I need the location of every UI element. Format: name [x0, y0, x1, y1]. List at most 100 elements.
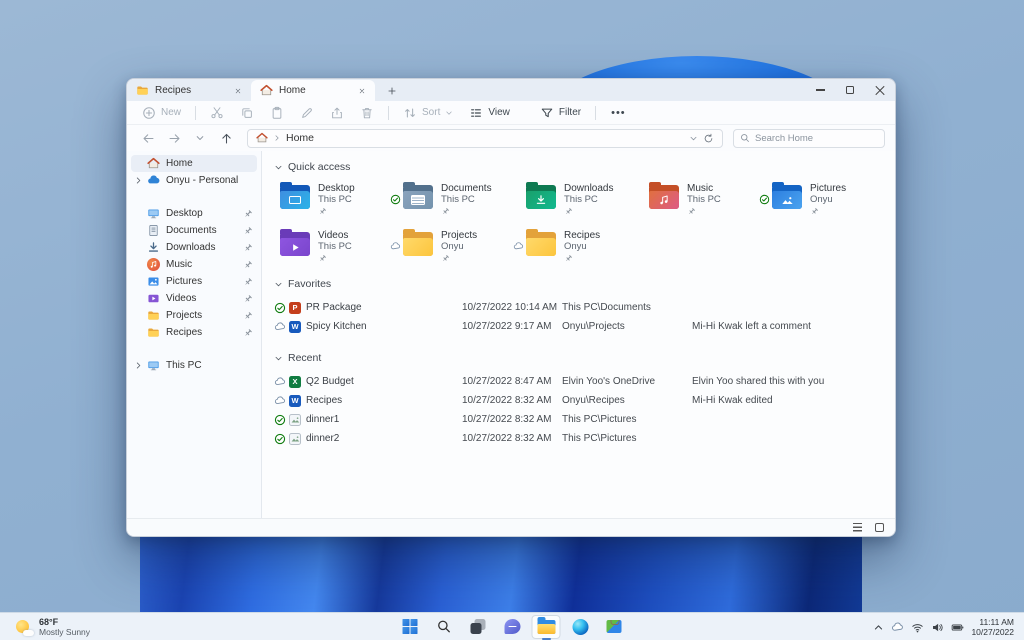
chevron-down-icon	[445, 109, 453, 117]
file-row-q2-budget[interactable]: X Q2 Budget 10/27/2022 8:47 AM Elvin Yoo…	[274, 372, 895, 391]
breadcrumb-segment[interactable]: Home	[286, 132, 314, 144]
refresh-icon[interactable]	[703, 133, 714, 144]
maximize-button[interactable]	[835, 79, 865, 101]
file-date: 10/27/2022 8:32 AM	[462, 433, 552, 444]
section-recent[interactable]: Recent	[274, 350, 895, 366]
microsoft-store-button[interactable]	[600, 615, 629, 639]
tile-location: This PC	[318, 241, 352, 252]
task-view-button[interactable]	[464, 615, 493, 639]
trash-icon	[360, 106, 374, 120]
view-button[interactable]: View	[462, 103, 517, 123]
clock-date: 10/27/2022	[971, 627, 1014, 637]
chevron-right-icon[interactable]	[134, 361, 143, 370]
close-tab-icon[interactable]	[355, 84, 369, 98]
tab-recipes[interactable]: Recipes	[127, 80, 254, 101]
share-button[interactable]	[323, 103, 351, 123]
file-row-dinner2[interactable]: dinner2 10/27/2022 8:32 AM This PC\Pictu…	[274, 429, 895, 448]
clock[interactable]: 11:11 AM 10/27/2022	[971, 617, 1014, 637]
file-name: dinner2	[306, 433, 340, 444]
file-row-spicy-kitchen[interactable]: W Spicy Kitchen 10/27/2022 9:17 AM Onyu\…	[274, 317, 895, 336]
image-file-icon	[289, 432, 301, 445]
sidebar-item-projects[interactable]: Projects	[131, 307, 257, 324]
tile-videos[interactable]: Videos This PC	[280, 228, 403, 266]
edge-button[interactable]	[566, 615, 595, 639]
file-row-recipes[interactable]: W Recipes 10/27/2022 8:32 AM Onyu\Recipe…	[274, 391, 895, 410]
tile-downloads[interactable]: Downloads This PC	[526, 181, 649, 219]
filter-button[interactable]: Filter	[533, 103, 588, 123]
section-favorites[interactable]: Favorites	[274, 276, 895, 292]
paste-button[interactable]	[263, 103, 291, 123]
forward-button[interactable]	[163, 128, 185, 148]
file-row-pr-package[interactable]: P PR Package 10/27/2022 10:14 AM This PC…	[274, 298, 895, 317]
file-location: Onyu\Recipes	[562, 395, 625, 406]
search-icon	[437, 619, 452, 634]
back-button[interactable]	[137, 128, 159, 148]
file-activity: Mi-Hi Kwak edited	[692, 395, 773, 406]
details-view-button[interactable]	[849, 521, 865, 534]
search-button[interactable]	[430, 615, 459, 639]
file-date: 10/27/2022 8:32 AM	[462, 395, 552, 406]
file-row-dinner1[interactable]: dinner1 10/27/2022 8:32 AM This PC\Pictu…	[274, 410, 895, 429]
sidebar-section-gap	[131, 341, 257, 357]
sidebar-item-downloads[interactable]: Downloads	[131, 239, 257, 256]
onedrive-tray-icon[interactable]	[891, 621, 904, 634]
file-date: 10/27/2022 9:17 AM	[462, 321, 552, 332]
minimize-button[interactable]	[805, 79, 835, 101]
show-hidden-icons-button[interactable]	[873, 622, 884, 633]
synced-check-icon	[274, 302, 286, 314]
content-pane: Quick access Desktop This PC Documents Thi…	[262, 151, 895, 518]
tile-music[interactable]: Music This PC	[649, 181, 772, 219]
sidebar-item-desktop[interactable]: Desktop	[131, 205, 257, 222]
taskbar: 68°F Mostly Sunny 11:11 AM 10/27/2022	[0, 612, 1024, 640]
rename-button[interactable]	[293, 103, 321, 123]
battery-icon[interactable]	[951, 621, 964, 634]
tile-desktop[interactable]: Desktop This PC	[280, 181, 403, 219]
see-more-button[interactable]: •••	[603, 107, 634, 119]
window-controls	[805, 79, 895, 101]
address-dropdown-icon[interactable]	[689, 134, 698, 143]
new-tab-button[interactable]	[383, 82, 401, 100]
tile-pictures[interactable]: Pictures Onyu	[772, 181, 895, 219]
wifi-icon[interactable]	[911, 621, 924, 634]
search-input[interactable]	[755, 132, 865, 144]
section-quick-access[interactable]: Quick access	[274, 159, 895, 175]
new-button[interactable]: New	[135, 103, 188, 123]
sidebar-item-recipes[interactable]: Recipes	[131, 324, 257, 341]
tab-label: Home	[279, 85, 306, 96]
close-button[interactable]	[865, 79, 895, 101]
sidebar-item-documents[interactable]: Documents	[131, 222, 257, 239]
copy-button[interactable]	[233, 103, 261, 123]
cut-button[interactable]	[203, 103, 231, 123]
toolbar-divider	[195, 105, 197, 120]
pin-icon	[243, 328, 253, 338]
large-icons-view-button[interactable]	[871, 521, 887, 534]
sidebar-item-home[interactable]: Home	[131, 155, 258, 172]
breadcrumb[interactable]: Home	[247, 128, 723, 148]
downloads-folder-icon	[526, 182, 556, 209]
up-button[interactable]	[215, 128, 237, 148]
tile-projects[interactable]: Projects Onyu	[403, 228, 526, 266]
view-icon	[469, 106, 483, 120]
volume-icon[interactable]	[931, 621, 944, 634]
sidebar-item-pictures[interactable]: Pictures	[131, 273, 257, 290]
sidebar-item-music[interactable]: Music	[131, 256, 257, 273]
chat-button[interactable]	[498, 615, 527, 639]
widgets-button[interactable]: 68°F Mostly Sunny	[8, 613, 98, 640]
delete-button[interactable]	[353, 103, 381, 123]
start-button[interactable]	[396, 615, 425, 639]
tile-location: Onyu	[441, 241, 464, 252]
recent-locations-button[interactable]	[189, 128, 211, 148]
chevron-right-icon[interactable]	[134, 176, 143, 185]
sort-button[interactable]: Sort	[396, 103, 460, 123]
sidebar-label: Projects	[166, 310, 203, 321]
tile-recipes[interactable]: Recipes Onyu	[526, 228, 649, 266]
sidebar-item-videos[interactable]: Videos	[131, 290, 257, 307]
sidebar-item-onedrive[interactable]: Onyu - Personal	[131, 172, 257, 189]
tile-documents[interactable]: Documents This PC	[403, 181, 526, 219]
tab-home[interactable]: Home	[251, 80, 375, 101]
file-explorer-button[interactable]	[531, 614, 561, 639]
close-tab-icon[interactable]	[231, 84, 245, 98]
new-plus-icon	[142, 106, 156, 120]
sidebar-item-this-pc[interactable]: This PC	[131, 357, 257, 374]
pin-icon	[810, 207, 819, 216]
